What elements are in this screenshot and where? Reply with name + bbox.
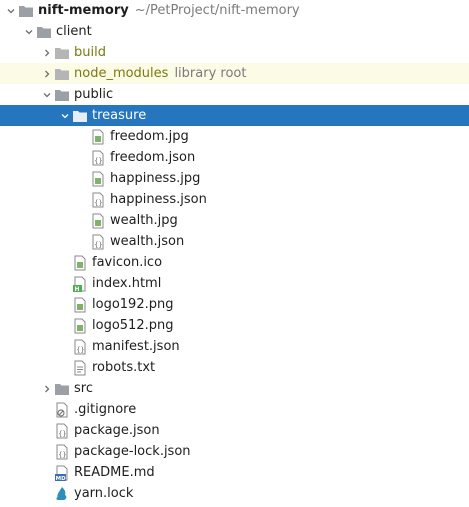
tree-row-file[interactable]: H index.html — [0, 273, 469, 294]
file-label: package.json — [74, 423, 160, 438]
text-file-icon — [72, 360, 88, 376]
file-label: .gitignore — [74, 402, 137, 417]
tree-row-file[interactable]: wealth.jpg — [0, 210, 469, 231]
tree-row-file[interactable]: robots.txt — [0, 357, 469, 378]
svg-text:{}: {} — [94, 241, 102, 249]
tree-row-src[interactable]: src — [0, 378, 469, 399]
tree-row-file[interactable]: MD README.md — [0, 462, 469, 483]
tree-row-file[interactable]: {} manifest.json — [0, 336, 469, 357]
tree-row-client[interactable]: client — [0, 21, 469, 42]
folder-icon — [36, 24, 52, 40]
tree-row-file[interactable]: {} freedom.json — [0, 147, 469, 168]
tree-row-file[interactable]: yarn.lock — [0, 483, 469, 504]
image-file-icon — [72, 255, 88, 271]
chevron-down-icon[interactable] — [40, 84, 54, 105]
file-label: happiness.jpg — [110, 171, 201, 186]
image-file-icon — [90, 171, 106, 187]
file-label: favicon.ico — [92, 255, 163, 270]
svg-text:{}: {} — [94, 157, 102, 165]
tree-row-file[interactable]: {} package-lock.json — [0, 441, 469, 462]
tree-row-file[interactable]: favicon.ico — [0, 252, 469, 273]
file-label: wealth.json — [110, 234, 185, 249]
file-label: robots.txt — [92, 360, 156, 375]
file-label: happiness.json — [110, 192, 207, 207]
markdown-file-icon: MD — [54, 465, 70, 481]
file-label: package-lock.json — [74, 444, 191, 459]
gitignore-file-icon — [54, 402, 70, 418]
library-root-hint: library root — [174, 66, 247, 81]
tree-row-file[interactable]: {} happiness.json — [0, 189, 469, 210]
file-label: wealth.jpg — [110, 213, 178, 228]
node-modules-folder-label: node_modules — [74, 66, 169, 81]
tree-row-file[interactable]: happiness.jpg — [0, 168, 469, 189]
tree-row-treasure[interactable]: treasure — [0, 105, 469, 126]
tree-row-node-modules[interactable]: node_modules library root — [0, 63, 469, 84]
file-label: logo192.png — [92, 297, 174, 312]
file-label: manifest.json — [92, 339, 180, 354]
image-file-icon — [90, 213, 106, 229]
html-file-icon: H — [72, 276, 88, 292]
tree-row-build[interactable]: build — [0, 42, 469, 63]
image-file-icon — [72, 318, 88, 334]
client-folder-label: client — [56, 24, 92, 39]
json-file-icon: {} — [90, 192, 106, 208]
chevron-down-icon[interactable] — [58, 105, 72, 126]
svg-text:{}: {} — [58, 451, 66, 459]
file-label: freedom.json — [110, 150, 196, 165]
svg-text:H: H — [75, 286, 80, 292]
json-file-icon: {} — [54, 423, 70, 439]
tree-row-public[interactable]: public — [0, 84, 469, 105]
root-path-hint: ~/PetProject/nift-memory — [134, 3, 300, 18]
tree-row-file[interactable]: {} package.json — [0, 420, 469, 441]
json-file-icon: {} — [54, 444, 70, 460]
yarn-file-icon — [54, 486, 70, 502]
src-folder-label: src — [74, 381, 93, 396]
folder-icon — [72, 108, 88, 124]
svg-text:{}: {} — [94, 199, 102, 207]
file-label: yarn.lock — [74, 486, 134, 501]
public-folder-label: public — [74, 87, 114, 102]
tree-row-file[interactable]: .gitignore — [0, 399, 469, 420]
file-label: freedom.jpg — [110, 129, 189, 144]
chevron-right-icon[interactable] — [40, 42, 54, 63]
chevron-right-icon[interactable] — [40, 378, 54, 399]
folder-icon — [54, 381, 70, 397]
tree-row-file[interactable]: freedom.jpg — [0, 126, 469, 147]
tree-row-root[interactable]: nift-memory ~/PetProject/nift-memory — [0, 0, 469, 21]
folder-icon — [54, 87, 70, 103]
tree-row-file[interactable]: logo192.png — [0, 294, 469, 315]
file-label: logo512.png — [92, 318, 174, 333]
treasure-folder-label: treasure — [92, 108, 147, 123]
folder-icon — [54, 45, 70, 61]
root-folder-label: nift-memory — [38, 3, 129, 18]
build-folder-label: build — [74, 45, 106, 60]
svg-text:MD: MD — [56, 476, 66, 481]
svg-text:{}: {} — [58, 430, 66, 438]
folder-icon — [18, 3, 34, 19]
json-file-icon: {} — [72, 339, 88, 355]
project-tree: nift-memory ~/PetProject/nift-memory cli… — [0, 0, 469, 507]
tree-row-file[interactable]: logo512.png — [0, 315, 469, 336]
svg-text:{}: {} — [76, 346, 84, 354]
file-label: index.html — [92, 276, 162, 291]
json-file-icon: {} — [90, 234, 106, 250]
chevron-down-icon[interactable] — [4, 0, 18, 21]
chevron-right-icon[interactable] — [40, 63, 54, 84]
image-file-icon — [72, 297, 88, 313]
file-label: README.md — [74, 465, 155, 480]
json-file-icon: {} — [90, 150, 106, 166]
folder-icon — [54, 66, 70, 82]
image-file-icon — [90, 129, 106, 145]
chevron-down-icon[interactable] — [22, 21, 36, 42]
tree-row-file[interactable]: {} wealth.json — [0, 231, 469, 252]
